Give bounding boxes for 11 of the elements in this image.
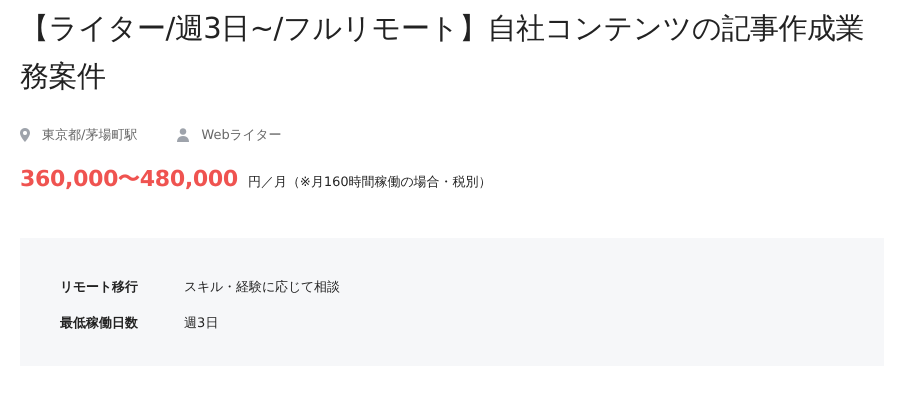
- job-title: 【ライター/週3日~/フルリモート】自社コンテンツの記事作成業務案件: [20, 10, 865, 95]
- detail-value: 週3日: [184, 315, 218, 332]
- person-icon: [177, 128, 190, 142]
- detail-label: 最低稼働日数: [60, 314, 139, 332]
- salary-note: 円／月（※月160時間稼働の場合・税別）: [248, 174, 492, 191]
- pin-icon: [20, 128, 30, 142]
- detail-label: リモート移行: [60, 279, 139, 296]
- location-text: 東京都/茅場町駅: [42, 127, 138, 144]
- salary-amount: 360,000〜480,000: [20, 166, 238, 194]
- detail-value: スキル・経験に応じて相談: [184, 279, 340, 296]
- role-text: Webライター: [201, 127, 282, 144]
